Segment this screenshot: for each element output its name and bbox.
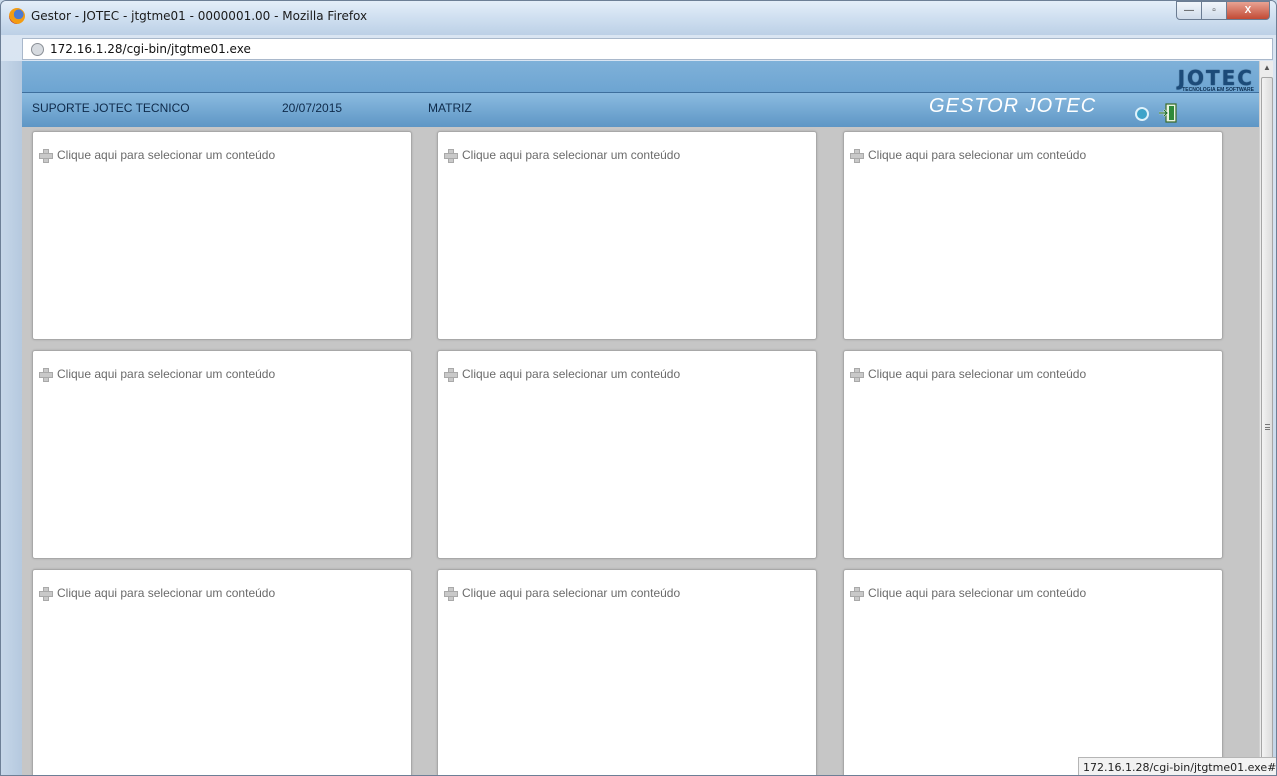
select-content-link[interactable]: Clique aqui para selecionar um conteúdo	[444, 367, 681, 382]
content-panel-4[interactable]: Clique aqui para selecionar um conteúdo	[32, 350, 412, 559]
content-panel-9[interactable]: Clique aqui para selecionar um conteúdo	[843, 569, 1223, 775]
plus-icon	[850, 149, 864, 163]
header-divider	[22, 92, 1259, 93]
browser-window: Gestor - JOTEC - jtgtme01 - 0000001.00 -…	[0, 0, 1277, 776]
window-title: Gestor - JOTEC - jtgtme01 - 0000001.00 -…	[31, 9, 368, 23]
firefox-icon	[9, 8, 25, 24]
content-panel-7[interactable]: Clique aqui para selecionar um conteúdo	[32, 569, 412, 775]
scroll-grip-icon	[1265, 424, 1270, 430]
select-content-link[interactable]: Clique aqui para selecionar um conteúdo	[39, 367, 276, 382]
logo-subtext: TECNOLOGIA EM SOFTWARE	[1182, 87, 1254, 93]
scroll-up-arrow-icon[interactable]: ▲	[1260, 61, 1273, 75]
select-content-label: Clique aqui para selecionar um conteúdo	[462, 367, 681, 381]
select-content-label: Clique aqui para selecionar um conteúdo	[462, 148, 681, 162]
title-bar: Gestor - JOTEC - jtgtme01 - 0000001.00 -…	[1, 1, 1276, 35]
content-panel-8[interactable]: Clique aqui para selecionar um conteúdo	[437, 569, 817, 775]
current-date: 20/07/2015	[282, 101, 343, 115]
select-content-link[interactable]: Clique aqui para selecionar um conteúdo	[39, 148, 276, 163]
plus-icon	[39, 368, 53, 382]
content-panel-1[interactable]: Clique aqui para selecionar um conteúdo	[32, 131, 412, 340]
select-content-label: Clique aqui para selecionar um conteúdo	[57, 586, 276, 600]
globe-icon	[31, 42, 44, 56]
app-header: JOTEC TECNOLOGIA EM SOFTWARE SUPORTE JOT…	[22, 61, 1259, 127]
scroll-thumb[interactable]	[1261, 77, 1273, 773]
status-link-preview: 172.16.1.28/cgi-bin/jtgtme01.exe#	[1078, 757, 1276, 775]
jotec-logo: JOTEC TECNOLOGIA EM SOFTWARE	[1139, 66, 1254, 93]
window-left-frame	[1, 61, 22, 775]
plus-icon	[850, 368, 864, 382]
plus-icon	[444, 368, 458, 382]
plus-icon	[39, 587, 53, 601]
refresh-icon[interactable]	[1135, 107, 1149, 121]
plus-icon	[39, 149, 53, 163]
branch-name: MATRIZ	[428, 101, 472, 115]
content-panel-3[interactable]: Clique aqui para selecionar um conteúdo	[843, 131, 1223, 340]
minimize-button[interactable]: —	[1176, 1, 1202, 20]
address-bar[interactable]: 172.16.1.28/cgi-bin/jtgtme01.exe	[22, 38, 1273, 60]
plus-icon	[444, 149, 458, 163]
content-panel-5[interactable]: Clique aqui para selecionar um conteúdo	[437, 350, 817, 559]
logo-text: JOTEC	[1177, 66, 1254, 90]
select-content-label: Clique aqui para selecionar um conteúdo	[57, 367, 276, 381]
select-content-link[interactable]: Clique aqui para selecionar um conteúdo	[850, 586, 1087, 601]
user-name: SUPORTE JOTEC TECNICO	[32, 101, 190, 115]
select-content-link[interactable]: Clique aqui para selecionar um conteúdo	[39, 586, 276, 601]
select-content-label: Clique aqui para selecionar um conteúdo	[868, 586, 1087, 600]
select-content-link[interactable]: Clique aqui para selecionar um conteúdo	[444, 586, 681, 601]
content-panel-2[interactable]: Clique aqui para selecionar um conteúdo	[437, 131, 817, 340]
vertical-scrollbar[interactable]: ▲	[1259, 61, 1273, 775]
window-controls: — ▫ X	[1176, 1, 1270, 20]
exit-icon[interactable]	[1158, 103, 1178, 123]
maximize-button[interactable]: ▫	[1201, 1, 1227, 20]
url-text[interactable]: 172.16.1.28/cgi-bin/jtgtme01.exe	[50, 42, 251, 56]
page-viewport: JOTEC TECNOLOGIA EM SOFTWARE SUPORTE JOT…	[22, 61, 1273, 775]
close-button[interactable]: X	[1226, 1, 1270, 20]
select-content-label: Clique aqui para selecionar um conteúdo	[868, 148, 1087, 162]
select-content-label: Clique aqui para selecionar um conteúdo	[868, 367, 1087, 381]
plus-icon	[444, 587, 458, 601]
plus-icon	[850, 587, 864, 601]
content-panel-6[interactable]: Clique aqui para selecionar um conteúdo	[843, 350, 1223, 559]
select-content-label: Clique aqui para selecionar um conteúdo	[462, 586, 681, 600]
select-content-label: Clique aqui para selecionar um conteúdo	[57, 148, 276, 162]
app-title: GESTOR JOTEC	[929, 95, 1097, 117]
select-content-link[interactable]: Clique aqui para selecionar um conteúdo	[850, 148, 1087, 163]
select-content-link[interactable]: Clique aqui para selecionar um conteúdo	[850, 367, 1087, 382]
select-content-link[interactable]: Clique aqui para selecionar um conteúdo	[444, 148, 681, 163]
